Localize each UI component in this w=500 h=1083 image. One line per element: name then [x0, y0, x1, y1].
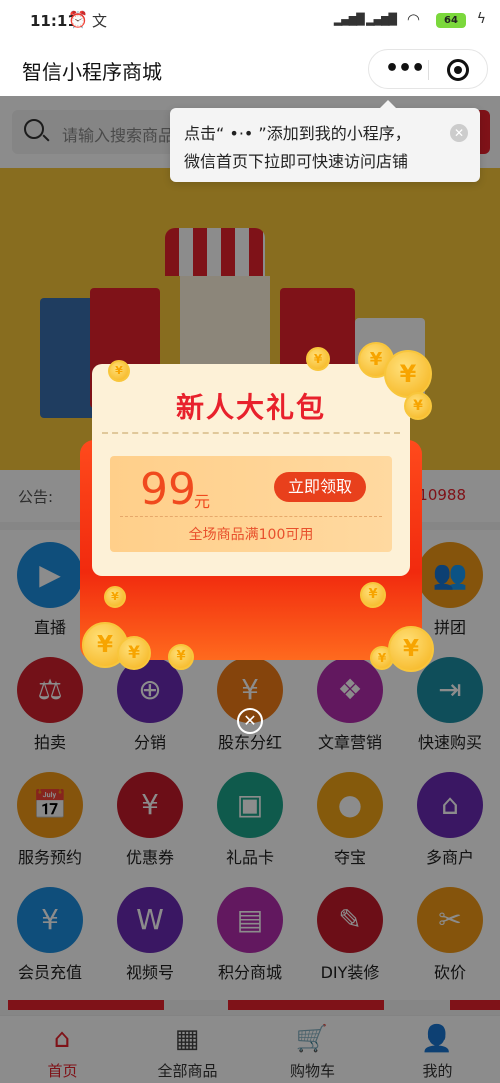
coupon: 99 元 立即领取 全场商品满100可用 — [110, 456, 392, 552]
newcomer-gift-modal: 新人大礼包 99 元 立即领取 全场商品满100可用 — [80, 360, 422, 660]
tooltip-close-icon[interactable]: ✕ — [450, 124, 468, 142]
coin-icon: ¥ — [384, 350, 432, 398]
coupon-condition: 全场商品满100可用 — [188, 527, 314, 543]
status-bar: 11:11 ⏰ 文 ▂▄▆█ ▂▄▆█ ◠ 64 ϟ — [0, 0, 500, 44]
coin-icon: ¥ — [306, 347, 330, 371]
tooltip-line-2: 微信首页下拉即可快速访问店铺 — [184, 152, 409, 171]
coupon-amount: 99 — [140, 464, 196, 515]
claim-button[interactable]: 立即领取 — [274, 472, 366, 502]
coin-icon: ¥ — [360, 582, 386, 608]
modal-title: 新人大礼包 — [175, 391, 326, 424]
nav-bar: 智信小程序商城 ••• — [0, 44, 500, 96]
battery-icon: 64 — [436, 13, 466, 28]
miniprogram-capsule: ••• — [368, 49, 488, 89]
page-title: 智信小程序商城 — [22, 60, 162, 84]
coin-icon: ¥ — [168, 644, 194, 670]
ime-icon: 文 — [92, 12, 108, 30]
tooltip-line-1: 点击“ •·• ”添加到我的小程序， — [184, 124, 411, 143]
coin-icon: ¥ — [117, 636, 151, 670]
modal-close-icon[interactable]: ✕ — [237, 708, 263, 734]
gift-card: 新人大礼包 99 元 立即领取 全场商品满100可用 — [92, 364, 410, 576]
coin-icon: ¥ — [104, 586, 126, 608]
coin-icon: ¥ — [404, 392, 432, 420]
coin-icon: ¥ — [388, 626, 434, 672]
coupon-divider — [120, 516, 382, 517]
wifi-icon: ◠ — [406, 10, 420, 28]
add-miniprogram-tooltip: 点击“ •·• ”添加到我的小程序， 微信首页下拉即可快速访问店铺 ✕ — [170, 100, 480, 182]
coin-icon: ¥ — [108, 360, 130, 382]
capsule-divider — [428, 60, 429, 80]
signal-icon: ▂▄▆█ ▂▄▆█ — [333, 13, 397, 26]
more-dots-icon[interactable]: ••• — [385, 56, 425, 81]
dashed-divider — [102, 432, 400, 434]
coupon-unit: 元 — [194, 492, 211, 511]
alarm-clock-icon: ⏰ — [68, 10, 88, 29]
charging-icon: ϟ — [476, 11, 486, 27]
capsule-close-icon[interactable] — [447, 59, 469, 81]
